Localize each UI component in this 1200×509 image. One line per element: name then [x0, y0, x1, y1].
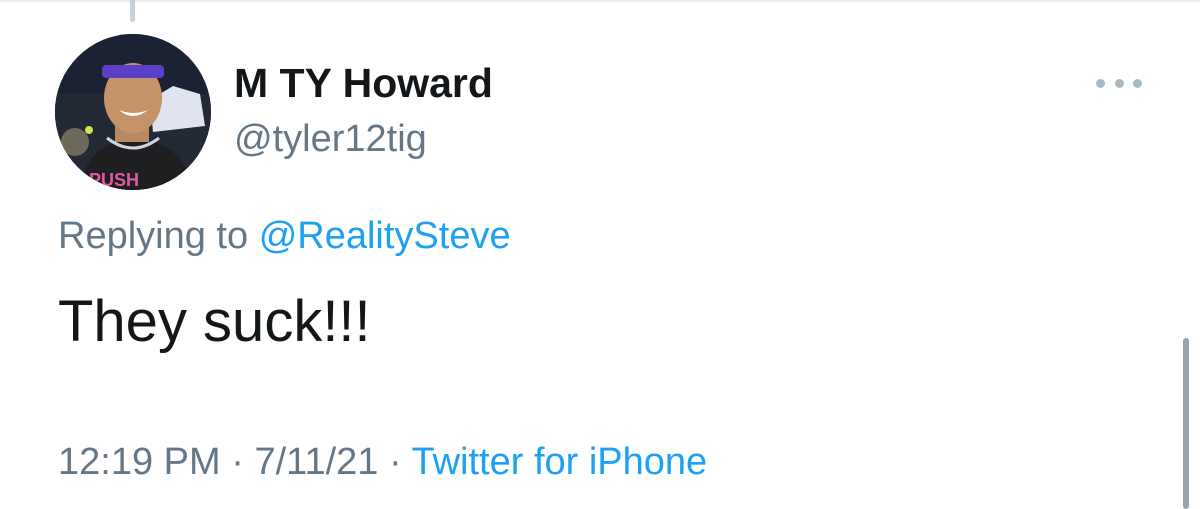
- more-options-button[interactable]: [1096, 70, 1142, 96]
- meta-separator: ·: [231, 441, 244, 483]
- top-divider: [0, 0, 1200, 2]
- more-horizontal-icon: [1133, 78, 1142, 88]
- tweet-source-link[interactable]: Twitter for iPhone: [412, 441, 708, 483]
- tweet-date[interactable]: 7/11/21: [254, 441, 378, 483]
- tweet-time[interactable]: 12:19 PM: [58, 441, 221, 483]
- thread-connector-line: [130, 0, 135, 22]
- replying-prefix: Replying to: [58, 215, 249, 257]
- replying-to-line: Replying to @RealitySteve: [58, 215, 511, 258]
- more-horizontal-icon: [1096, 78, 1105, 88]
- replying-mention-link[interactable]: @RealitySteve: [259, 215, 511, 257]
- avatar[interactable]: PUSH: [55, 34, 211, 190]
- avatar-shirt-text: PUSH: [89, 170, 139, 190]
- author-display-name[interactable]: M TY Howard: [234, 60, 493, 107]
- more-horizontal-icon: [1114, 78, 1124, 88]
- tweet-metadata: 12:19 PM · 7/11/21 · Twitter for iPhone: [58, 441, 707, 484]
- scrollbar[interactable]: [1183, 338, 1189, 509]
- tweet-text: They suck!!!: [58, 289, 371, 354]
- meta-separator: ·: [388, 441, 402, 483]
- author-handle[interactable]: @tyler12tig: [234, 118, 427, 161]
